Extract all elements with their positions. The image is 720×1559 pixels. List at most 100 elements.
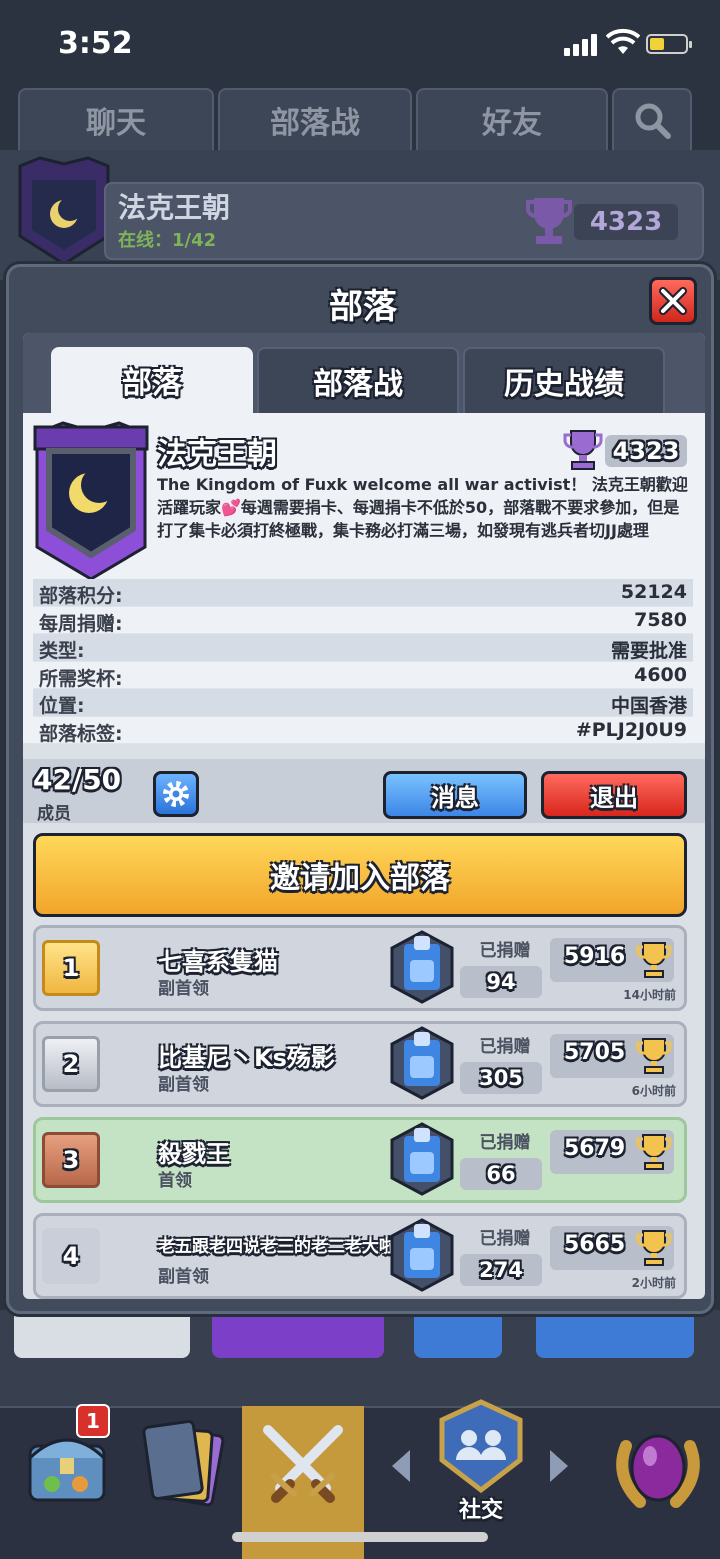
- member-row[interactable]: 4 老五跟老四说老三的老二老大啦 副首领 已捐赠 274 5665 2小时前: [33, 1213, 687, 1299]
- stat-value: 中国香港: [610, 695, 687, 717]
- donated-label: 已捐赠: [479, 1037, 531, 1057]
- leave-button[interactable]: 退出: [541, 771, 687, 819]
- donation-card-icon: [390, 1218, 454, 1292]
- tab-clanwar[interactable]: 部落战: [257, 347, 459, 413]
- member-trophies: 5916: [564, 944, 626, 969]
- bg-button-3[interactable]: [414, 1310, 502, 1358]
- stat-row: 每周捐赠: 7580: [33, 607, 693, 635]
- donation-card-icon: [390, 1122, 454, 1196]
- bg-tab-friends[interactable]: 好友: [416, 88, 608, 152]
- member-trophies: 5665: [564, 1232, 626, 1257]
- bg-button-2[interactable]: [212, 1310, 384, 1358]
- stat-row: 类型: 需要批准: [33, 634, 693, 662]
- bg-tab-chat[interactable]: 聊天: [18, 88, 214, 152]
- notification-badge: 1: [76, 1404, 110, 1438]
- background-tabs: 聊天 部落战 好友: [18, 88, 698, 152]
- trophy-icon: [636, 1134, 672, 1170]
- donated-count: 274: [460, 1254, 542, 1286]
- stat-label: 所需奖杯:: [39, 667, 123, 690]
- member-role: 副首领: [158, 979, 209, 999]
- status-bar: 3:52: [0, 0, 720, 88]
- clan-modal: 部落 部落 部落战 历史战绩 法克王朝 4323 The Kingdom of …: [6, 264, 714, 1314]
- trophy-icon: [636, 942, 672, 978]
- member-name: 七喜系隻猫: [158, 948, 278, 976]
- stat-row: 位置: 中国香港: [33, 689, 693, 717]
- bg-button-1[interactable]: [14, 1310, 190, 1358]
- member-name: 比基尼丶Ks殇影: [158, 1044, 335, 1072]
- nav-right-arrow-icon[interactable]: [544, 1446, 574, 1486]
- bg-clan-name: 法克王朝: [118, 191, 231, 224]
- stat-value: 7580: [634, 608, 687, 631]
- donation-card-icon: [390, 1026, 454, 1100]
- invite-button[interactable]: 邀请加入部落: [33, 833, 687, 917]
- tab-clan[interactable]: 部落: [51, 347, 253, 413]
- clan-tabs: 部落 部落战 历史战绩: [23, 333, 705, 413]
- close-button[interactable]: [649, 277, 697, 325]
- member-role: 副首领: [158, 1075, 209, 1095]
- stat-row: 部落标签: #PLJ2J0U9: [33, 717, 693, 745]
- modal-title: 部落: [329, 287, 397, 327]
- clan-stats: 部落积分: 52124 每周捐赠: 7580 类型: 需要批准 所需奖杯: 46…: [33, 579, 693, 745]
- trophy-icon: [636, 1038, 672, 1074]
- signal-icon: [564, 34, 600, 56]
- member-role: 首领: [158, 1171, 192, 1191]
- member-trophies: 5679: [564, 1136, 626, 1161]
- members-count: 42/50: [33, 763, 122, 796]
- donation-card-icon: [390, 930, 454, 1004]
- wifi-icon: [606, 28, 640, 54]
- nav-social-label: 社交: [458, 1498, 503, 1523]
- bg-search-button[interactable]: [612, 88, 692, 152]
- battle-swords-icon: [263, 1425, 343, 1503]
- bg-trophy-count: 4323: [574, 204, 678, 240]
- nav-left-arrow-icon[interactable]: [386, 1446, 416, 1486]
- cards-icon[interactable]: [136, 1418, 230, 1510]
- donated-count: 305: [460, 1062, 542, 1094]
- member-row-self[interactable]: 3 殺戮王 首领 已捐赠 66 5679: [33, 1117, 687, 1203]
- message-button[interactable]: 消息: [383, 771, 527, 819]
- gear-icon: [163, 781, 189, 807]
- member-row[interactable]: 2 比基尼丶Ks殇影 副首领 已捐赠 305 5705 6小时前: [33, 1021, 687, 1107]
- members-label: 成员: [37, 804, 71, 824]
- member-rank: 2: [42, 1036, 100, 1092]
- donated-label: 已捐赠: [479, 1229, 531, 1249]
- clan-description: The Kingdom of Fuxk welcome all war acti…: [157, 475, 688, 540]
- donated-label: 已捐赠: [479, 1133, 531, 1153]
- social-icon[interactable]: [438, 1398, 524, 1494]
- last-seen: 14小时前: [623, 988, 676, 1002]
- last-seen: 2小时前: [631, 1276, 676, 1290]
- trophy-icon: [636, 1230, 672, 1266]
- donated-label: 已捐赠: [479, 941, 531, 961]
- clan-name: 法克王朝: [157, 437, 277, 472]
- events-icon[interactable]: [606, 1406, 710, 1516]
- stat-value: #PLJ2J0U9: [575, 718, 687, 741]
- clan-badge-icon: [33, 421, 149, 581]
- home-indicator: [232, 1532, 488, 1542]
- stat-label: 类型:: [39, 640, 85, 662]
- settings-button[interactable]: [153, 771, 199, 817]
- clan-panel: 部落 部落战 历史战绩 法克王朝 4323 The Kingdom of Fux…: [23, 333, 705, 1299]
- search-icon: [635, 103, 671, 139]
- member-row[interactable]: 1 七喜系隻猫 副首领 已捐赠 94 5916 14小时前: [33, 925, 687, 1011]
- close-icon: [659, 287, 687, 315]
- member-trophies: 5705: [564, 1040, 626, 1065]
- stat-label: 部落积分:: [39, 585, 123, 607]
- stat-value: 4600: [634, 663, 687, 686]
- member-name: 老五跟老四说老三的老二老大啦: [158, 1237, 396, 1257]
- bg-clan-badge-icon: [18, 156, 110, 266]
- last-seen: 6小时前: [631, 1084, 676, 1098]
- bg-online-count: 在线：1/42: [118, 230, 217, 251]
- stat-label: 位置:: [39, 695, 85, 717]
- stat-value: 需要批准: [610, 640, 687, 662]
- stat-label: 每周捐赠:: [39, 612, 123, 635]
- donated-count: 94: [460, 966, 542, 998]
- member-role: 副首领: [158, 1267, 209, 1287]
- clan-trophies: 4323: [605, 435, 687, 467]
- tab-war-history[interactable]: 历史战绩: [463, 347, 665, 413]
- bg-tab-clanwar[interactable]: 部落战: [218, 88, 412, 152]
- stat-value: 52124: [620, 581, 687, 603]
- bg-button-4[interactable]: [536, 1310, 694, 1358]
- stat-row: 部落积分: 52124: [33, 579, 693, 607]
- trophy-icon: [563, 430, 603, 470]
- stat-label: 部落标签:: [39, 722, 123, 745]
- battery-icon: [646, 34, 692, 54]
